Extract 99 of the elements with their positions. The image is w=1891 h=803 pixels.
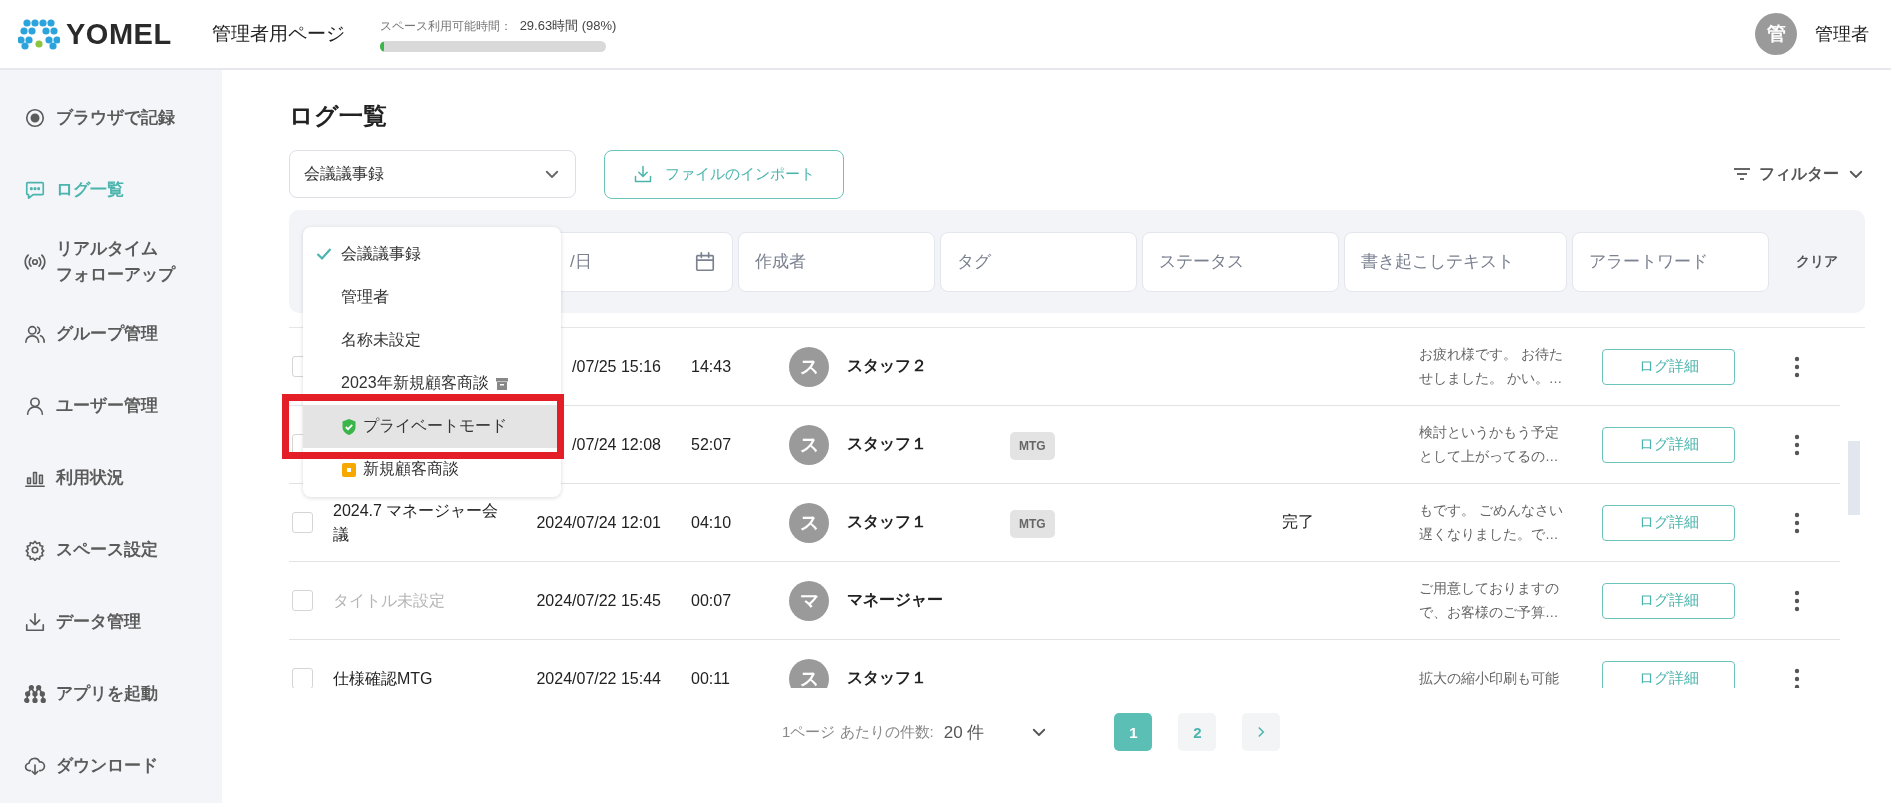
row-checkbox[interactable] <box>292 512 313 533</box>
cloud-download-icon <box>24 755 46 777</box>
sidebar-item[interactable]: リアルタイム フォローアップ <box>0 226 222 298</box>
usage-value: 29.63時間 (98%) <box>519 16 617 35</box>
transcript-summary: 検討というかもう予定 として上がってるの… <box>1418 423 1560 466</box>
page-heading: ログ一覧 <box>289 101 388 131</box>
sidebar-label: グループ管理 <box>56 322 158 345</box>
creator-avatar: ス <box>789 424 829 465</box>
more-icon[interactable] <box>1794 511 1800 534</box>
filter-field[interactable]: ステータス <box>1142 231 1339 292</box>
calendar-icon <box>694 250 716 273</box>
more-icon[interactable] <box>1794 433 1800 456</box>
download-icon <box>24 611 46 633</box>
sidebar-item[interactable]: 利用状況 <box>0 442 222 514</box>
user-name[interactable]: 管理者 <box>1815 22 1869 46</box>
duration-cell-text: 14:43 <box>690 357 733 376</box>
lock-icon <box>341 461 357 478</box>
per-page-label: 1ページ あたりの件数: <box>782 722 934 742</box>
sidebar-label: データ管理 <box>56 610 141 633</box>
filter-field[interactable]: タグ <box>940 231 1137 292</box>
duration-cell-text: 00:07 <box>690 591 733 610</box>
row-checkbox[interactable] <box>292 590 313 611</box>
sidebar-item[interactable]: ダウンロード <box>0 730 222 802</box>
menu-item[interactable]: 会議議事録 <box>303 233 561 276</box>
check-icon <box>316 247 332 261</box>
shield-check-icon <box>341 417 357 436</box>
transcript-summary: ご用意しておりますの で、お客様のご予算… <box>1418 579 1560 622</box>
log-title: 仕様確認MTG <box>333 669 433 687</box>
transcript-summary: お疲れ様です。 お待た せしました。 かい。… <box>1418 345 1564 388</box>
logo-text: YOMEL <box>66 17 172 51</box>
more-icon[interactable] <box>1794 667 1800 688</box>
category-select[interactable]: 会議議事録 <box>289 150 576 198</box>
menu-item[interactable]: 管理者 <box>303 276 561 319</box>
broadcast-icon <box>24 251 46 273</box>
filter-button[interactable]: フィルター <box>1733 163 1865 185</box>
filter-field[interactable]: アラートワード <box>1572 231 1769 292</box>
menu-item[interactable]: 名称未設定 <box>303 319 561 362</box>
creator-avatar: ス <box>789 346 829 387</box>
sidebar-item[interactable]: ユーザー管理 <box>0 370 222 442</box>
sidebar-label: リアルタイム <box>56 237 159 260</box>
date-cell-text: /07/24 12:08 <box>571 435 661 454</box>
menu-item[interactable]: 新規顧客商談 <box>303 448 561 491</box>
menu-item[interactable]: 2023年新規顧客商談 <box>303 362 561 405</box>
creator-name: スタッフ１ <box>846 434 928 454</box>
log-title: タイトル未設定 <box>333 591 445 609</box>
clear-button[interactable]: クリア <box>1790 251 1844 272</box>
sidebar-label: スペース設定 <box>56 538 158 561</box>
date-cell-text: 2024/07/22 15:45 <box>535 591 661 610</box>
sidebar-item[interactable]: アプリを起動 <box>0 658 222 730</box>
creator-name: マネージャー <box>846 590 944 610</box>
date-cell-text: 2024/07/24 12:01 <box>535 513 661 532</box>
log-title: 2024.7 マネージャー会議 <box>333 501 499 543</box>
group-icon <box>24 323 46 345</box>
duration-cell-text: 04:10 <box>690 513 733 532</box>
filter-icon <box>1733 167 1751 181</box>
date-cell-text: 2024/07/22 15:44 <box>535 669 661 688</box>
date-cell-text: /07/25 15:16 <box>571 357 661 376</box>
creator-name: スタッフ１ <box>846 512 928 532</box>
creator-name: スタッフ１ <box>846 668 928 688</box>
row-checkbox[interactable] <box>292 668 313 688</box>
creator-avatar: ス <box>789 502 829 543</box>
more-icon[interactable] <box>1794 589 1800 612</box>
sidebar-label: ログ一覧 <box>56 178 124 201</box>
archive-icon <box>494 376 509 391</box>
sidebar-item[interactable]: データ管理 <box>0 586 222 658</box>
tag: MTG <box>1010 509 1055 538</box>
sidebar-label: フォローアップ <box>56 264 175 286</box>
logo-icon <box>18 18 60 50</box>
sidebar-label: アプリを起動 <box>56 682 158 705</box>
usage-label: スペース利用可能時間： <box>379 17 512 35</box>
sidebar-item[interactable]: ブラウザで記録 <box>0 82 222 154</box>
more-icon[interactable] <box>1794 355 1800 378</box>
user-icon <box>24 395 46 417</box>
page-title: 管理者用ページ <box>211 22 345 46</box>
transcript-summary: 拡大の縮小印刷も可能 <box>1418 669 1560 688</box>
sidebar-item[interactable]: グループ管理 <box>0 298 222 370</box>
transcript-summary: もです。 ごめんなさい 遅くなりました。で… <box>1418 501 1564 544</box>
creator-avatar: マ <box>789 580 829 621</box>
duration-cell-text: 52:07 <box>690 435 733 454</box>
duration-cell-text: 00:11 <box>690 669 731 688</box>
sidebar-label: 利用状況 <box>56 466 124 489</box>
chat-icon <box>24 179 46 201</box>
filter-field[interactable]: 作成者 <box>738 231 935 292</box>
sidebar-item[interactable]: スペース設定 <box>0 514 222 586</box>
record-icon <box>24 107 46 129</box>
scrollbar-thumb[interactable] <box>1848 441 1860 515</box>
filter-field[interactable]: 書き起こしテキスト <box>1344 231 1567 292</box>
creator-avatar: ス <box>789 658 829 688</box>
network-icon <box>24 683 46 705</box>
settings-icon <box>24 539 46 561</box>
sidebar-label: ブラウザで記録 <box>56 106 175 129</box>
sidebar-label: ユーザー管理 <box>56 394 158 417</box>
per-page-value[interactable]: 20 件 <box>943 720 985 744</box>
sidebar-label: ダウンロード <box>56 754 158 777</box>
tag: MTG <box>1010 431 1055 460</box>
download-icon <box>633 164 653 184</box>
next-page-button[interactable] <box>1242 713 1281 751</box>
status-cell-text: 完了 <box>1281 513 1314 530</box>
creator-name: スタッフ２ <box>846 356 928 376</box>
